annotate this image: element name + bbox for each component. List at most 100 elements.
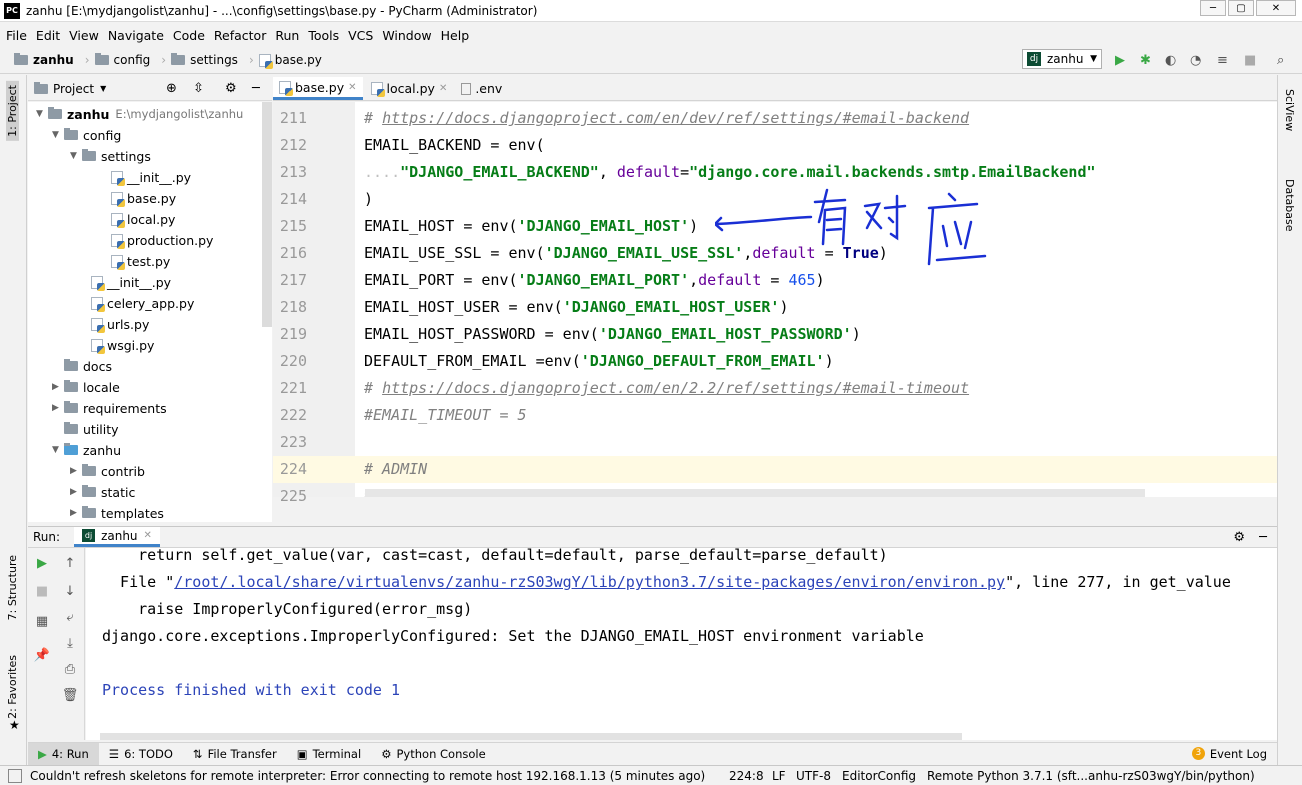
tree-item-production-py[interactable]: production.py: [111, 230, 213, 250]
concurrency-icon[interactable]: ≡: [1217, 53, 1228, 68]
breadcrumb-base-py[interactable]: base.py: [258, 53, 322, 69]
collapse-all-icon[interactable]: ⇳: [193, 81, 204, 96]
line-number: 219: [279, 325, 307, 343]
up-arrow-icon[interactable]: ↑: [56, 556, 84, 571]
tree-item-requirements[interactable]: ▶ requirements: [52, 398, 167, 418]
gear-icon[interactable]: ⚙: [225, 81, 237, 96]
rerun-icon[interactable]: ▶: [28, 556, 56, 571]
file-encoding[interactable]: UTF-8: [796, 769, 831, 783]
run-console[interactable]: return self.get_value(var, cast=cast, de…: [86, 548, 1277, 740]
menu-refactor[interactable]: Refactor: [214, 28, 266, 43]
sciview-tool-button[interactable]: SciView: [1283, 89, 1296, 131]
tree-item-templates[interactable]: ▶ templates: [70, 503, 164, 522]
tree-item-test-py[interactable]: test.py: [111, 251, 170, 271]
debug-icon[interactable]: ✱: [1140, 53, 1151, 68]
tree-item-base-py[interactable]: base.py: [111, 188, 176, 208]
tree-item-locale[interactable]: ▶ locale: [52, 377, 120, 397]
maximize-button[interactable]: ▢: [1228, 0, 1254, 16]
chevron-down-icon[interactable]: ▼: [100, 84, 106, 93]
status-message[interactable]: Couldn't refresh skeletons for remote in…: [30, 769, 705, 783]
tree-item-local-py[interactable]: local.py: [111, 209, 175, 229]
run-tab-zanhu[interactable]: dj zanhu ✕: [74, 527, 160, 547]
hide-icon[interactable]: ─: [1259, 530, 1267, 545]
project-tool-button[interactable]: 1: Project: [6, 81, 19, 141]
folder-icon: [64, 422, 78, 434]
hide-icon[interactable]: ─: [252, 81, 260, 96]
locate-icon[interactable]: ⊕: [166, 81, 177, 96]
gear-icon[interactable]: ⚙: [1233, 530, 1245, 545]
project-view-select[interactable]: Project: [53, 82, 94, 96]
menu-tools[interactable]: Tools: [308, 28, 339, 43]
folder-icon: [14, 53, 28, 65]
tree-item-urls-py[interactable]: urls.py: [91, 314, 149, 334]
tree-scrollbar[interactable]: [262, 102, 272, 327]
project-icon: [34, 81, 48, 94]
stop-icon[interactable]: ■: [28, 584, 56, 599]
traceback-link[interactable]: /root/.local/share/virtualenvs/zanhu-rzS…: [174, 573, 1005, 591]
pin-icon[interactable]: 📌: [28, 648, 56, 663]
tree-item-init-py[interactable]: __init__.py: [111, 167, 191, 187]
stop-icon[interactable]: ■: [1244, 53, 1256, 68]
editor-config[interactable]: EditorConfig: [842, 769, 916, 783]
scroll-to-end-icon[interactable]: ⤓: [56, 636, 84, 651]
menu-vcs[interactable]: VCS: [348, 28, 373, 43]
print-icon[interactable]: ⎙: [56, 662, 84, 677]
caret-position[interactable]: 224:8: [729, 769, 764, 783]
tree-item-settings[interactable]: ▼ settings: [70, 146, 151, 166]
menu-navigate[interactable]: Navigate: [108, 28, 164, 43]
breadcrumb-config[interactable]: config: [94, 53, 150, 67]
tree-item-contrib[interactable]: ▶ contrib: [70, 461, 145, 481]
tree-item-zanhu[interactable]: ▼ zanhu E:\mydjangolist\zanhu: [36, 104, 243, 124]
trash-icon[interactable]: 🗑: [56, 688, 84, 703]
close-button[interactable]: ✕: [1256, 0, 1296, 16]
code-editor[interactable]: # https://docs.djangoproject.com/en/dev/…: [355, 102, 1277, 497]
menu-run[interactable]: Run: [275, 28, 299, 43]
coverage-icon[interactable]: ◐: [1165, 53, 1176, 68]
tree-item-config-init-py[interactable]: __init__.py: [91, 272, 171, 292]
minimize-button[interactable]: ─: [1200, 0, 1226, 16]
search-icon[interactable]: ⌕: [1277, 53, 1284, 68]
tool-tab-file-transfer[interactable]: ⇅ File Transfer: [183, 743, 287, 765]
event-log-button[interactable]: 3 Event Log: [1182, 743, 1277, 765]
line-number: 217: [279, 271, 307, 289]
tab-base-py[interactable]: base.py ✕: [273, 77, 363, 100]
restore-layout-icon[interactable]: ▦: [28, 614, 56, 629]
down-arrow-icon[interactable]: ↓: [56, 584, 84, 599]
tool-tab-run[interactable]: ▶ 4: Run: [28, 742, 99, 765]
tool-tab-todo[interactable]: ☰ 6: TODO: [99, 743, 183, 765]
tree-item-docs[interactable]: docs: [64, 356, 112, 376]
tree-item-static[interactable]: ▶ static: [70, 482, 135, 502]
tree-item-celery-app-py[interactable]: celery_app.py: [91, 293, 194, 313]
tool-tab-terminal[interactable]: ▣ Terminal: [287, 743, 371, 765]
python-interpreter[interactable]: Remote Python 3.7.1 (sft...anhu-rzS03wgY…: [927, 769, 1255, 783]
close-tab-icon[interactable]: ✕: [348, 82, 356, 93]
toggle-tool-windows-icon[interactable]: [8, 768, 22, 783]
soft-wrap-icon[interactable]: ⤶: [56, 610, 84, 625]
breadcrumb-zanhu[interactable]: zanhu: [14, 53, 74, 67]
menu-help[interactable]: Help: [441, 28, 470, 43]
tree-item-zanhu-pkg[interactable]: ▼ zanhu: [52, 440, 121, 460]
close-tab-icon[interactable]: ✕: [439, 83, 447, 94]
line-separator[interactable]: LF: [772, 769, 786, 783]
tab-env[interactable]: .env: [455, 77, 508, 100]
tab-local-py[interactable]: local.py ✕: [365, 77, 454, 100]
profile-icon[interactable]: ◔: [1190, 53, 1201, 68]
tree-item-utility[interactable]: utility: [64, 419, 119, 439]
breadcrumb-settings[interactable]: settings: [171, 53, 238, 67]
run-icon[interactable]: ▶: [1115, 53, 1125, 68]
structure-tool-button[interactable]: 7: Structure: [6, 555, 19, 620]
tool-tab-python-console[interactable]: ⚙ Python Console: [371, 743, 495, 765]
menu-window[interactable]: Window: [382, 28, 431, 43]
menu-file[interactable]: File: [6, 28, 27, 43]
tree-item-wsgi-py[interactable]: wsgi.py: [91, 335, 154, 355]
run-configuration-select[interactable]: dj zanhu ▼: [1022, 49, 1102, 69]
close-tab-icon[interactable]: ✕: [144, 530, 152, 541]
editor-horizontal-scrollbar[interactable]: [365, 489, 1145, 497]
tree-item-config[interactable]: ▼ config: [52, 125, 121, 145]
menu-code[interactable]: Code: [173, 28, 205, 43]
database-tool-button[interactable]: Database: [1283, 179, 1296, 232]
menu-view[interactable]: View: [69, 28, 99, 43]
menu-edit[interactable]: Edit: [36, 28, 60, 43]
favorites-tool-button[interactable]: 2: Favorites: [6, 655, 19, 719]
console-horizontal-scrollbar[interactable]: [100, 733, 962, 740]
